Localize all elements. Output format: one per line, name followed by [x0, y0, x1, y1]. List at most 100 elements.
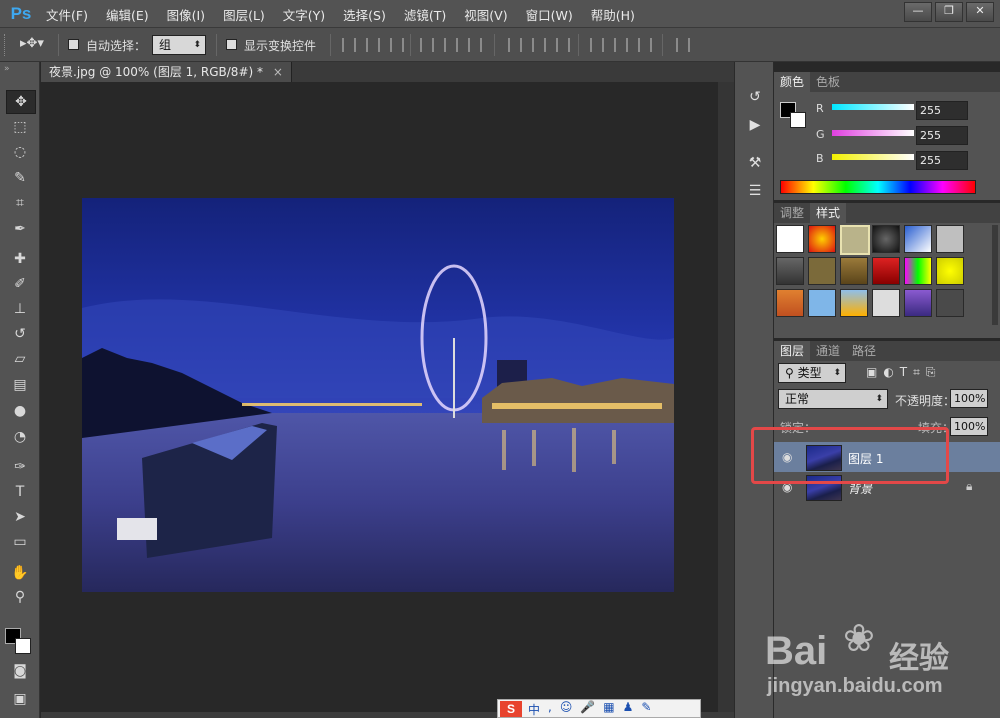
style-swatch[interactable]	[872, 257, 900, 285]
document-tab[interactable]: 夜景.jpg @ 100% (图层 1, RGB/8#) * ×	[41, 62, 292, 82]
menu-type[interactable]: 文字(Y)	[283, 5, 325, 24]
history-icon[interactable]: ↺	[743, 86, 767, 108]
eyedropper-tool-icon[interactable]: ✒	[6, 218, 34, 240]
dodge-tool-icon[interactable]: ◔	[6, 426, 34, 448]
align-top-icon[interactable]	[342, 38, 356, 52]
distribute-left-icon[interactable]	[590, 38, 604, 52]
style-swatch[interactable]	[872, 289, 900, 317]
actions-play-icon[interactable]: ▶	[743, 114, 767, 136]
style-swatch[interactable]	[808, 225, 836, 253]
vertical-scrollbar[interactable]	[718, 82, 734, 712]
ime-mode[interactable]: 中	[528, 701, 540, 718]
channel-g-value[interactable]: 255	[916, 126, 968, 145]
collapse-toolbar-icon[interactable]: »	[4, 64, 10, 74]
eraser-tool-icon[interactable]: ▱	[6, 348, 34, 370]
channel-b-slider[interactable]	[832, 154, 914, 160]
quick-select-tool-icon[interactable]: ✎	[6, 167, 34, 189]
fill-value[interactable]: 100%	[950, 417, 988, 436]
align-bottom-icon[interactable]	[390, 38, 404, 52]
auto-select-checkbox[interactable]	[68, 39, 79, 50]
zoom-tool-icon[interactable]: ⚲	[6, 586, 34, 608]
ime-tool-icons[interactable]: ,☺🎤▦♟✎	[548, 700, 659, 714]
align-vcenter-icon[interactable]	[366, 38, 380, 52]
restore-button[interactable]: ❐	[935, 2, 963, 22]
channel-b-value[interactable]: 255	[916, 151, 968, 170]
tab-channels[interactable]: 通道	[810, 341, 846, 361]
hand-tool-icon[interactable]: ✋	[6, 562, 34, 584]
style-swatch[interactable]	[872, 225, 900, 253]
distribute-right-icon[interactable]	[638, 38, 652, 52]
menu-file[interactable]: 文件(F)	[46, 5, 88, 24]
styles-scrollbar[interactable]	[992, 225, 998, 325]
distribute-hcenter-icon[interactable]	[614, 38, 628, 52]
rectangle-tool-icon[interactable]: ▭	[6, 531, 34, 553]
color-spectrum-ramp[interactable]	[780, 180, 976, 194]
align-left-icon[interactable]	[420, 38, 434, 52]
tab-color[interactable]: 颜色	[774, 72, 811, 92]
distribute-top-icon[interactable]	[508, 38, 522, 52]
menu-layer[interactable]: 图层(L)	[223, 5, 265, 24]
show-transform-checkbox[interactable]	[226, 39, 237, 50]
style-swatch[interactable]	[936, 225, 964, 253]
marquee-tool-icon[interactable]: ⬚	[6, 116, 34, 138]
type-tool-icon[interactable]: T	[6, 481, 34, 503]
brush-presets-icon[interactable]: ⚒	[743, 152, 767, 174]
tab-layers[interactable]: 图层	[774, 341, 811, 361]
history-brush-tool-icon[interactable]: ↺	[6, 323, 34, 345]
tab-close-icon[interactable]: ×	[273, 65, 283, 79]
tab-styles[interactable]: 样式	[810, 203, 847, 223]
distribute-vcenter-icon[interactable]	[532, 38, 546, 52]
style-swatch[interactable]	[904, 289, 932, 317]
sogou-logo-icon[interactable]: S	[500, 701, 522, 717]
properties-icon[interactable]: ☰	[743, 180, 767, 202]
align-hcenter-icon[interactable]	[444, 38, 458, 52]
close-button[interactable]: ✕	[966, 2, 994, 22]
blur-tool-icon[interactable]: ●	[6, 400, 34, 422]
lasso-tool-icon[interactable]: ◌	[6, 141, 34, 163]
menu-view[interactable]: 视图(V)	[464, 5, 507, 24]
path-selection-tool-icon[interactable]: ➤	[6, 506, 34, 528]
style-swatch[interactable]	[808, 257, 836, 285]
tab-adjustments[interactable]: 调整	[774, 203, 810, 223]
menu-help[interactable]: 帮助(H)	[591, 5, 635, 24]
move-tool-icon[interactable]: ✥	[6, 90, 36, 114]
quick-mask-icon[interactable]: ◙	[6, 660, 34, 682]
opacity-value[interactable]: 100%	[950, 389, 988, 408]
background-color-swatch[interactable]	[15, 638, 31, 654]
brush-tool-icon[interactable]: ✐	[6, 273, 34, 295]
style-none-swatch[interactable]	[776, 225, 804, 253]
style-swatch[interactable]	[936, 289, 964, 317]
style-swatch[interactable]	[904, 257, 932, 285]
style-swatch[interactable]	[840, 225, 870, 255]
style-swatch[interactable]	[840, 257, 868, 285]
auto-select-dropdown[interactable]: 组 ⬍	[152, 35, 206, 55]
healing-brush-tool-icon[interactable]: ✚	[6, 248, 34, 270]
background-color-chip[interactable]	[790, 112, 806, 128]
auto-align-layers-icon[interactable]	[676, 38, 690, 52]
crop-tool-icon[interactable]: ⌗	[6, 192, 34, 214]
style-swatch[interactable]	[840, 289, 868, 317]
menu-filter[interactable]: 滤镜(T)	[404, 5, 446, 24]
layer-filter-dropdown[interactable]: ⚲ 类型 ⬍	[778, 363, 846, 383]
align-right-icon[interactable]	[468, 38, 482, 52]
tab-swatches[interactable]: 色板	[810, 72, 846, 92]
channel-g-slider[interactable]	[832, 130, 914, 136]
menu-window[interactable]: 窗口(W)	[526, 5, 573, 24]
style-swatch[interactable]	[808, 289, 836, 317]
menu-image[interactable]: 图像(I)	[167, 5, 205, 24]
channel-r-value[interactable]: 255	[916, 101, 968, 120]
pen-tool-icon[interactable]: ✑	[6, 456, 34, 478]
channel-r-slider[interactable]	[832, 104, 914, 110]
canvas-image[interactable]	[82, 198, 674, 592]
distribute-bottom-icon[interactable]	[556, 38, 570, 52]
clone-stamp-tool-icon[interactable]: ⊥	[6, 298, 34, 320]
blend-mode-dropdown[interactable]: 正常 ⬍	[778, 389, 888, 409]
move-tool-preset-icon[interactable]: ▸✥▾	[20, 36, 50, 54]
style-swatch[interactable]	[904, 225, 932, 253]
menu-edit[interactable]: 编辑(E)	[106, 5, 149, 24]
style-swatch[interactable]	[936, 257, 964, 285]
minimize-button[interactable]: —	[904, 2, 932, 22]
screen-mode-icon[interactable]: ▣	[6, 688, 34, 710]
style-swatch[interactable]	[776, 257, 804, 285]
style-swatch[interactable]	[776, 289, 804, 317]
